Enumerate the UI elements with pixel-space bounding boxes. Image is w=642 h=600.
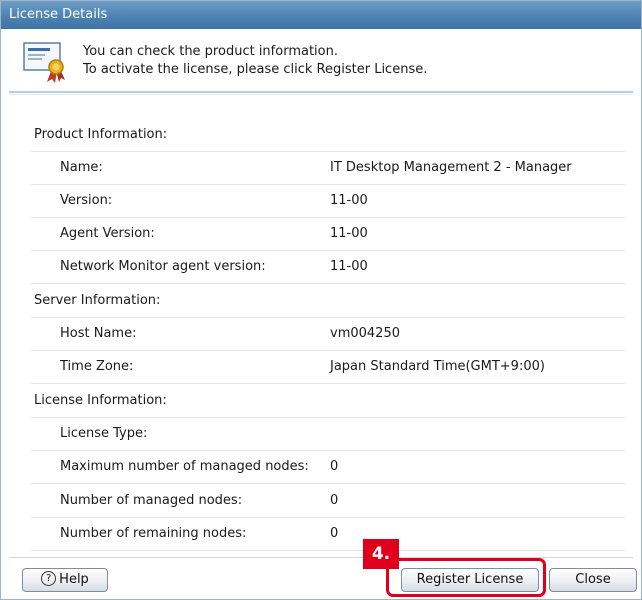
row-label: Name: <box>60 160 103 175</box>
info-row-license-type: License Type: <box>31 418 625 451</box>
row-label: Host Name: <box>60 326 137 341</box>
info-row-remaining-nodes: Number of remaining nodes: 0 <box>31 518 625 551</box>
row-value: 0 <box>330 526 339 541</box>
row-label: Number of managed nodes: <box>60 493 243 508</box>
header-line-1: You can check the product information. <box>83 44 338 59</box>
row-value: 0 <box>330 493 339 508</box>
section-license-information: License Information: <box>31 385 625 418</box>
license-details-dialog: License Details You can check the produc… <box>0 0 642 600</box>
row-value: IT Desktop Management 2 - Manager <box>330 160 572 175</box>
certificate-icon <box>23 42 65 83</box>
row-label: Time Zone: <box>60 359 134 374</box>
callout-step-label: 4. <box>363 539 399 569</box>
row-value: Japan Standard Time(GMT+9:00) <box>330 359 545 374</box>
close-button[interactable]: Close <box>549 568 637 592</box>
section-label: Product Information: <box>34 127 168 142</box>
row-label: Version: <box>60 193 113 208</box>
title-bar[interactable]: License Details <box>1 1 641 29</box>
header-divider <box>9 91 633 93</box>
row-label: Maximum number of managed nodes: <box>60 459 309 474</box>
help-button[interactable]: ? Help <box>22 568 108 592</box>
info-row-managed-nodes: Number of managed nodes: 0 <box>31 485 625 518</box>
info-row-time-zone: Time Zone: Japan Standard Time(GMT+9:00) <box>31 351 625 384</box>
row-label: License Type: <box>60 426 148 441</box>
row-value: 11-00 <box>330 259 368 274</box>
row-value: 11-00 <box>330 193 368 208</box>
section-product-information: Product Information: <box>31 119 625 152</box>
section-label: Server Information: <box>34 293 161 308</box>
row-label: Agent Version: <box>60 226 155 241</box>
info-row-network-monitor-agent-version: Network Monitor agent version: 11-00 <box>31 251 625 284</box>
question-mark-icon: ? <box>41 571 57 586</box>
info-row-max-managed-nodes: Maximum number of managed nodes: 0 <box>31 451 625 484</box>
help-button-label: Help <box>59 572 89 587</box>
info-row-name: Name: IT Desktop Management 2 - Manager <box>31 152 625 185</box>
window-title: License Details <box>9 7 108 22</box>
row-label: Network Monitor agent version: <box>60 259 266 274</box>
dialog-header: You can check the product information. T… <box>1 29 641 91</box>
row-label: Number of remaining nodes: <box>60 526 247 541</box>
info-row-host-name: Host Name: vm004250 <box>31 318 625 351</box>
section-label: License Information: <box>34 393 167 408</box>
section-server-information: Server Information: <box>31 285 625 318</box>
close-button-label: Close <box>575 572 611 587</box>
row-value: 11-00 <box>330 226 368 241</box>
row-value: 0 <box>330 459 339 474</box>
row-value: vm004250 <box>330 326 400 341</box>
info-row-version: Version: 11-00 <box>31 185 625 218</box>
header-line-2: To activate the license, please click Re… <box>83 62 428 77</box>
info-row-agent-version: Agent Version: 11-00 <box>31 218 625 251</box>
callout-highlight-box <box>386 558 546 597</box>
